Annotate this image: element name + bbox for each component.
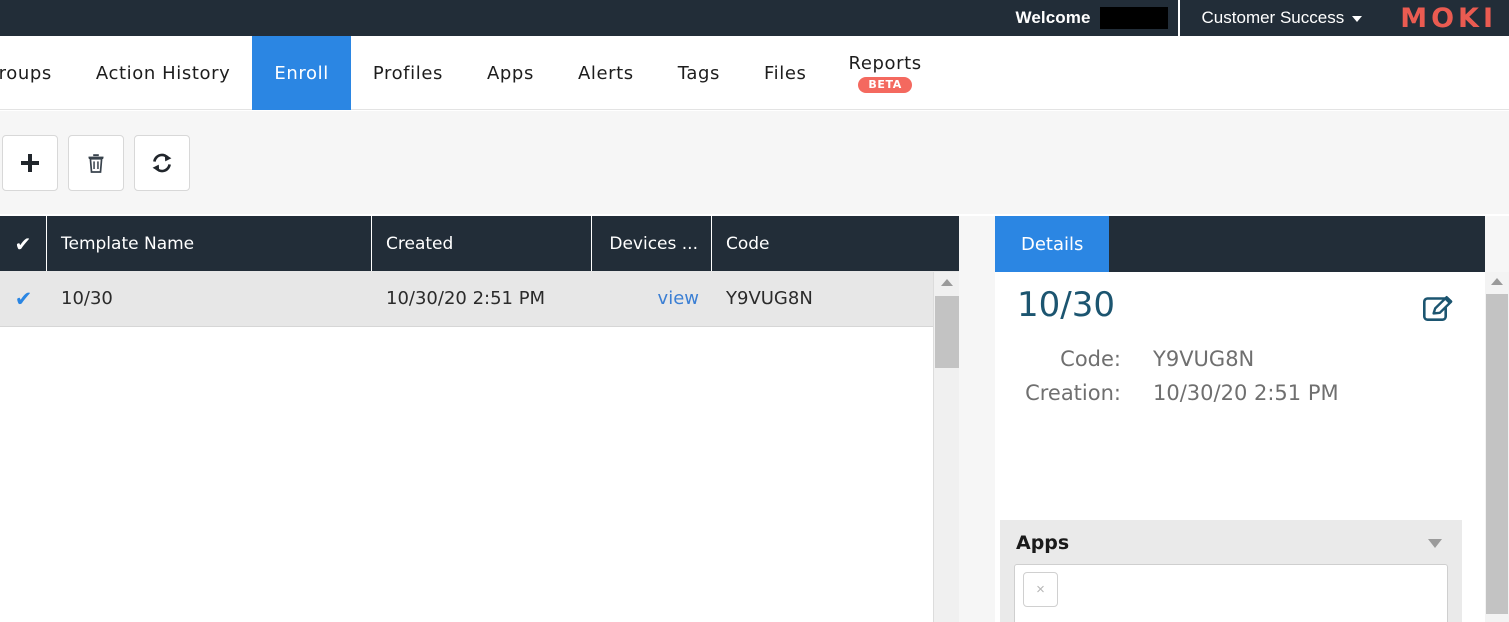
nav-item-alerts[interactable]: Alerts (556, 36, 656, 110)
table-body: ✔ 10/30 10/30/20 2:51 PM view Y9VUG8N (0, 271, 959, 622)
nav-item-label: Profiles (372, 62, 443, 84)
delete-template-button[interactable] (68, 134, 124, 191)
field-value: Y9VUG8N (1153, 347, 1255, 371)
welcome-username-redaction (1099, 7, 1168, 29)
details-body: 10/30 Code: Y9VUG8N Creation: 10/30/20 2… (995, 272, 1485, 622)
close-icon[interactable]: × (1036, 581, 1045, 598)
nav-item-label: Alerts (577, 62, 634, 84)
nav-item-label: Tags (677, 62, 721, 84)
nav-item-action-history[interactable]: Action History (74, 36, 253, 110)
refresh-button[interactable] (134, 134, 190, 191)
account-menu-label: Customer Success (1201, 8, 1345, 27)
brand-logo-block: MOKI (1382, 0, 1509, 36)
main-navigation: ice Groups Action History Enroll Profile… (0, 36, 1509, 110)
column-header-label: Devices ... (609, 233, 698, 254)
field-value: 10/30/20 2:51 PM (1153, 381, 1339, 405)
field-label: Code: (1060, 347, 1121, 371)
column-header-label: Created (386, 233, 454, 254)
nav-item-tags[interactable]: Tags (656, 36, 742, 110)
cell-value: Y9VUG8N (726, 288, 813, 309)
apps-section-header[interactable]: Apps (1014, 530, 1448, 564)
checkmark-icon: ✔ (14, 231, 32, 256)
scrollbar-thumb[interactable] (1486, 294, 1508, 614)
devices-view-link[interactable]: view (658, 288, 699, 309)
enroll-templates-table: ✔ Template Name Created Devices ... Code… (0, 216, 959, 622)
cell-value: 10/30 (61, 288, 113, 309)
panel-gap (959, 216, 995, 622)
nav-item-apps[interactable]: Apps (465, 36, 556, 110)
apps-section-title: Apps (1016, 532, 1070, 554)
details-panel: Details 10/30 Code: Y9VUG8N Creation: 10… (995, 216, 1509, 622)
welcome-block: Welcome (1002, 0, 1180, 36)
nav-item-files[interactable]: Files (742, 36, 829, 110)
edit-template-button[interactable] (1421, 294, 1455, 331)
nav-item-label: Enroll (274, 62, 329, 84)
select-all-header[interactable]: ✔ (0, 216, 47, 271)
cell-template-name: 10/30 (47, 288, 372, 309)
welcome-label: Welcome (1015, 8, 1091, 27)
plus-icon (21, 153, 39, 172)
refresh-icon (152, 153, 172, 172)
nav-item-label: ice Groups (0, 62, 52, 84)
apps-section: Apps × (1000, 520, 1462, 622)
account-menu[interactable]: Customer Success (1180, 0, 1383, 36)
nav-item-enroll[interactable]: Enroll (252, 36, 351, 110)
nav-item-device-groups[interactable]: ice Groups (0, 36, 74, 110)
scroll-up-arrow-icon[interactable] (1491, 278, 1503, 285)
checkmark-icon: ✔ (14, 286, 33, 311)
action-toolbar (0, 111, 1509, 214)
apps-selection-box[interactable]: × (1014, 564, 1448, 622)
column-header-devices[interactable]: Devices ... (592, 216, 712, 271)
trash-icon (88, 153, 104, 173)
chevron-down-icon (1352, 16, 1363, 22)
beta-badge: BETA (858, 77, 912, 93)
cell-created: 10/30/20 2:51 PM (372, 288, 592, 309)
details-tab-bar: Details (995, 216, 1485, 272)
details-vertical-scrollbar[interactable] (1485, 272, 1509, 622)
nav-item-reports[interactable]: Reports BETA (829, 36, 942, 110)
details-field-code: Code: Y9VUG8N (995, 347, 1485, 371)
table-row[interactable]: ✔ 10/30 10/30/20 2:51 PM view Y9VUG8N (0, 271, 959, 327)
cell-code: Y9VUG8N (712, 288, 959, 309)
field-label: Creation: (1025, 381, 1121, 405)
details-field-list: Code: Y9VUG8N Creation: 10/30/20 2:51 PM (995, 331, 1485, 405)
column-header-created[interactable]: Created (372, 216, 592, 271)
details-title: 10/30 (1017, 285, 1115, 325)
column-header-label: Template Name (61, 233, 195, 254)
scroll-up-arrow-icon[interactable] (941, 279, 953, 286)
edit-pencil-icon (1423, 296, 1453, 321)
moki-logo: MOKI (1400, 2, 1497, 34)
row-select-checkbox[interactable]: ✔ (0, 287, 47, 311)
top-bar: Welcome Customer Success MOKI (0, 0, 1509, 36)
triangle-down-icon[interactable] (1428, 538, 1442, 548)
column-header-code[interactable]: Code (712, 216, 959, 271)
scrollbar-thumb[interactable] (935, 296, 959, 368)
nav-item-label: Apps (486, 62, 534, 84)
tab-label: Details (1021, 233, 1084, 255)
add-template-button[interactable] (2, 134, 58, 191)
column-header-label: Code (726, 233, 770, 254)
nav-item-label: Action History (95, 62, 231, 84)
app-chip[interactable]: × (1023, 572, 1058, 607)
tab-details[interactable]: Details (995, 216, 1110, 272)
details-field-creation: Creation: 10/30/20 2:51 PM (995, 381, 1485, 405)
nav-item-label: Reports (848, 53, 922, 74)
table-vertical-scrollbar[interactable] (933, 272, 959, 622)
column-header-template-name[interactable]: Template Name (47, 216, 372, 271)
details-title-row: 10/30 (995, 272, 1485, 331)
table-header-row: ✔ Template Name Created Devices ... Code (0, 216, 959, 271)
cell-value: 10/30/20 2:51 PM (386, 288, 546, 309)
nav-item-profiles[interactable]: Profiles (351, 36, 465, 110)
cell-devices: view (592, 288, 712, 309)
nav-item-label: Files (764, 62, 807, 84)
